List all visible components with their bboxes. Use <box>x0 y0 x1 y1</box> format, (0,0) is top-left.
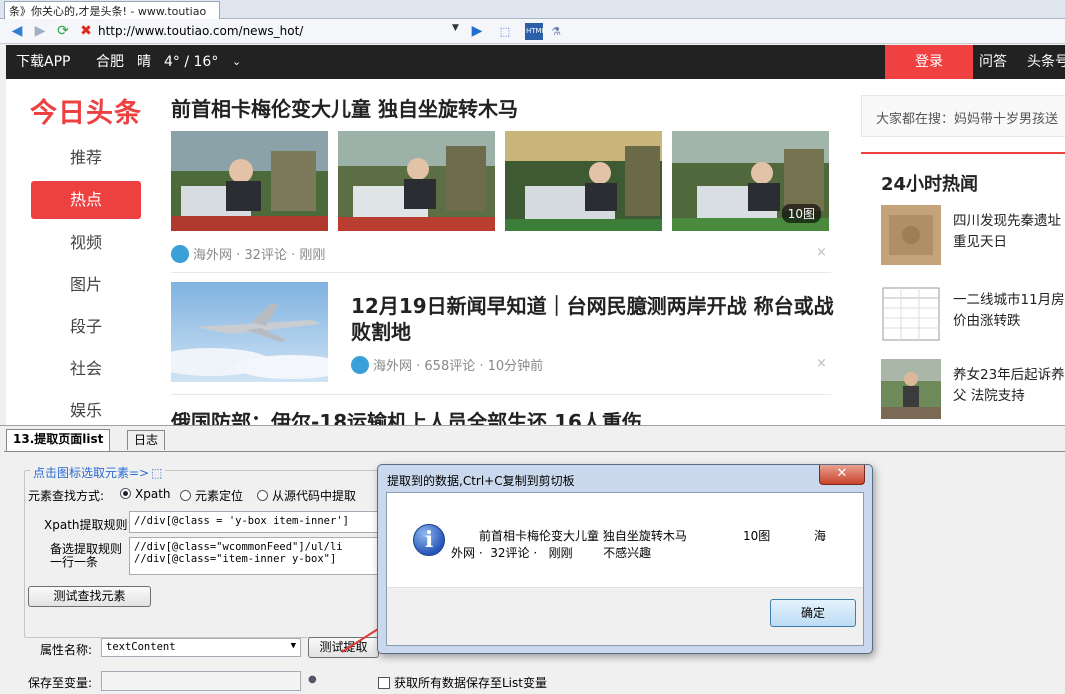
xpath-label: Xpath提取规则 <box>44 518 128 532</box>
hot-news-item[interactable]: 四川发现先秦遗址重见天日 <box>881 205 1065 265</box>
radio-element-locate[interactable]: 元素定位 <box>180 487 243 504</box>
qa-link[interactable]: 问答 <box>979 45 1007 79</box>
hot-news-thumbnail[interactable] <box>881 205 941 265</box>
sidebar-item-jokes[interactable]: 段子 <box>31 308 141 346</box>
attr-name-select[interactable]: textContent ▼ <box>101 638 301 657</box>
feed-item-title[interactable]: 前首相卡梅伦变大儿童 独自坐旋转木马 <box>171 96 518 122</box>
url-dropdown-icon[interactable]: ▼ <box>452 23 459 33</box>
chevron-down-icon[interactable]: ⌄ <box>232 45 241 79</box>
xpath-input[interactable]: //div[@class = 'y-box item-inner'] <box>129 511 379 533</box>
chevron-down-icon[interactable]: ▼ <box>291 641 296 651</box>
ok-button[interactable]: 确定 <box>770 599 856 627</box>
search-hint[interactable]: 大家都在搜：妈妈带十岁男孩送 <box>861 95 1065 137</box>
browser-tabstrip: 条》你关心的,才是头条! - www.toutiao <box>0 0 1065 19</box>
hot-news-item[interactable]: 一二线城市11月房价由涨转跌 <box>881 284 1065 344</box>
feed-thumbnail[interactable] <box>171 282 328 382</box>
sidebar-item-video[interactable]: 视频 <box>31 224 141 262</box>
browser-tab[interactable]: 条》你关心的,才是头条! - www.toutiao <box>4 1 220 19</box>
method-label: 元素查找方式: <box>28 489 105 503</box>
dialog-close-button[interactable]: ✕ <box>819 465 865 485</box>
forward-icon[interactable]: ▶ <box>32 23 48 39</box>
sidebar-item-entertainment[interactable]: 娱乐 <box>31 392 141 425</box>
feed-item-title[interactable]: 12月19日新闻早知道｜台网民臆测两岸开战 称台或战败割地 <box>351 293 836 345</box>
feed-thumbnail[interactable] <box>505 131 662 231</box>
feed-divider <box>171 272 831 273</box>
dialog-message-count: 10图 <box>743 529 771 543</box>
url-input[interactable]: http://www.toutiao.com/news_hot/ <box>98 23 464 40</box>
dialog-title: 提取到的数据,Ctrl+C复制到剪切板 <box>387 474 575 488</box>
stop-icon[interactable]: ✖ <box>78 23 94 39</box>
dialog-message-line1: 前首相卡梅伦变大儿童 独自坐旋转木马 <box>479 529 687 543</box>
tab-extract-list[interactable]: 13.提取页面list <box>6 429 111 451</box>
hot-news-text[interactable]: 四川发现先秦遗址重见天日 <box>953 211 1065 253</box>
tab-log[interactable]: 日志 <box>127 430 166 450</box>
image-count-badge: 10图 <box>781 204 821 223</box>
source-logo-icon[interactable] <box>351 356 369 374</box>
sidebar-item-hot[interactable]: 热点 <box>31 181 141 219</box>
feed-item-meta: 海外网 · 658评论 · 10分钟前 <box>351 355 543 374</box>
save-list-checkbox[interactable]: 获取所有数据保存至List变量 <box>378 674 547 691</box>
feed-thumbnail[interactable] <box>338 131 495 231</box>
hot-news-item[interactable]: 养女23年后起诉养父 法院支持 <box>881 359 1065 419</box>
weather-label: 晴 <box>137 54 151 70</box>
variable-pick-icon[interactable]: ● <box>308 674 317 685</box>
radio-source-code[interactable]: 从源代码中提取 <box>257 487 356 504</box>
hot-news-text[interactable]: 一二线城市11月房价由涨转跌 <box>953 290 1065 332</box>
hot-news-thumbnail[interactable] <box>881 284 941 344</box>
test-find-button[interactable]: 测试查找元素 <box>28 586 151 607</box>
address-bar: ◀ ▶ ⟳ ✖ http://www.toutiao.com/news_hot/… <box>0 19 1065 44</box>
cursor-select-icon[interactable]: ⬚ <box>151 466 162 480</box>
alt-rule-sublabel: 一行一条 <box>50 555 99 569</box>
toutiao-page: 今日头条 推荐 热点 视频 图片 段子 社会 娱乐 前首相卡梅伦变大儿童 独自坐… <box>6 79 1065 425</box>
dialog-footer: 确定 <box>387 587 863 645</box>
save-variable-input[interactable] <box>101 671 301 691</box>
refresh-icon[interactable]: ⟳ <box>55 23 71 39</box>
sidebar-item-society[interactable]: 社会 <box>31 350 141 388</box>
sidebar-item-images[interactable]: 图片 <box>31 266 141 304</box>
site-logo[interactable]: 今日头条 <box>30 91 142 130</box>
site-topbar: 下载APP 合肥 晴 4° / 16° ⌄ 登录 问答 头条号 <box>6 45 1065 79</box>
feed-divider <box>171 394 831 395</box>
city-label[interactable]: 合肥 <box>96 45 124 79</box>
feed-thumbnail[interactable] <box>171 131 328 231</box>
radio-xpath[interactable]: Xpath <box>120 487 171 501</box>
feed-item-title[interactable]: 俄国防部：伊尔-18运输机上人员全部生还 16人重伤 <box>171 409 642 425</box>
dialog-body: i 前首相卡梅伦变大儿童 独自坐旋转木马 10图 海 外网 · 32评论 · 刚… <box>386 492 864 646</box>
pick-element-link[interactable]: 点击图标选取元素=> ⬚ <box>30 464 166 481</box>
hot-news-thumbnail[interactable] <box>881 359 941 419</box>
toutiaohao-link[interactable]: 头条号 <box>1027 45 1065 79</box>
html-icon[interactable]: HTML <box>525 23 545 40</box>
sidebar-item-recommend[interactable]: 推荐 <box>31 139 141 177</box>
go-icon[interactable]: ▶ <box>469 23 485 39</box>
temperature-label[interactable]: 4° / 16° <box>164 45 218 79</box>
attr-name-label: 属性名称: <box>40 643 93 657</box>
message-dialog: 提取到的数据,Ctrl+C复制到剪切板 ✕ i 前首相卡梅伦变大儿童 独自坐旋转… <box>377 464 873 654</box>
feed-thumbnail[interactable]: 10图 <box>672 131 829 231</box>
flask-icon[interactable]: ⚗ <box>547 23 565 40</box>
hot-news-title: 24小时热闻 <box>861 152 1065 212</box>
hot-news-text[interactable]: 养女23年后起诉养父 法院支持 <box>953 365 1065 407</box>
info-icon: i <box>413 524 445 556</box>
login-button[interactable]: 登录 <box>885 45 973 79</box>
select-element-icon[interactable]: ⬚ <box>496 23 514 40</box>
back-icon[interactable]: ◀ <box>9 23 25 39</box>
dialog-message-tail: 海 <box>814 529 827 543</box>
dislike-close-icon[interactable]: × <box>816 356 827 371</box>
save-variable-label: 保存至变量: <box>28 676 93 690</box>
feed-item-meta: 海外网 · 32评论 · 刚刚 <box>171 244 325 263</box>
dialog-message-line2: 外网 · 32评论 · 刚刚 不感兴趣 <box>451 546 652 560</box>
download-app-link[interactable]: 下载APP <box>16 45 70 79</box>
source-logo-icon[interactable] <box>171 245 189 263</box>
dislike-close-icon[interactable]: × <box>816 245 827 260</box>
